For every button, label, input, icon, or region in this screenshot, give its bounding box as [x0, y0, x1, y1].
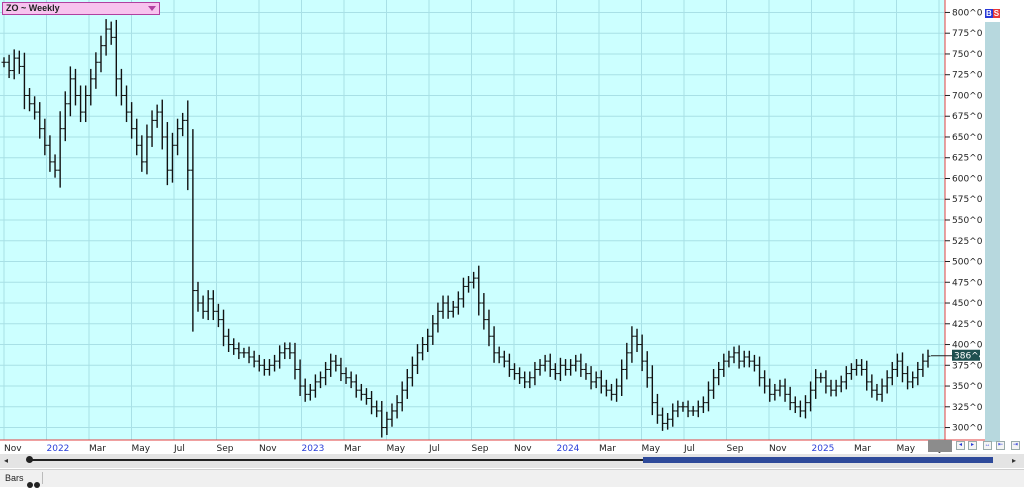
x-tick-label: Mar — [344, 444, 361, 454]
x-tick-label: Mar — [854, 444, 871, 454]
y-tick-label: 525^0 — [952, 237, 983, 247]
y-tick-label: 450^0 — [952, 299, 983, 309]
x-tick-label: Sep — [727, 444, 744, 454]
last-price-label: 386^4 — [954, 352, 985, 362]
scroll-start-handle[interactable] — [26, 456, 33, 463]
y-tick-label: 725^0 — [952, 71, 983, 81]
x-tick-label: Nov — [4, 444, 22, 454]
x-tick-label: Nov — [259, 444, 277, 454]
x-tick-label: Sep — [217, 444, 234, 454]
x-axis: Nov 2022 Mar May Jul Sep Nov 2023 Mar May Jul Sep No… — [4, 444, 950, 454]
bars-toggle-icon[interactable] — [27, 475, 41, 493]
y-tick-label: 550^0 — [952, 216, 983, 226]
left-arrow-icon[interactable]: ◂ — [4, 456, 8, 466]
x-tick-label: May — [897, 444, 916, 454]
y-tick-label: 800^0 — [952, 8, 983, 18]
price-chart[interactable]: 300^0 325^0 350^0 375^0 400^0 425^0 450^0 475^0… — [0, 0, 1024, 455]
x-tick-label: Mar — [599, 444, 616, 454]
y-tick-label: 700^0 — [952, 91, 983, 101]
y-tick-label: 625^0 — [952, 154, 983, 164]
right-arrow-icon[interactable]: ▸ — [1012, 456, 1016, 466]
y-tick-label: 600^0 — [952, 174, 983, 184]
axis-corner-block — [928, 440, 952, 452]
y-tick-label: 575^0 — [952, 195, 983, 205]
fit-button[interactable]: ⇤ — [996, 441, 1005, 450]
y-tick-label: 325^0 — [952, 403, 983, 413]
side-panel — [985, 22, 1000, 442]
y-tick-label: 475^0 — [952, 278, 983, 288]
y-tick-label: 375^0 — [952, 361, 983, 371]
x-tick-label: Nov — [769, 444, 787, 454]
symbol-selector[interactable]: ZO ~ Weekly — [2, 2, 160, 15]
y-tick-label: 775^0 — [952, 29, 983, 39]
zoom-in-button[interactable]: ▸ — [968, 441, 977, 450]
x-tick-label: May — [132, 444, 151, 454]
y-tick-label: 400^0 — [952, 341, 983, 351]
x-tick-label: Sep — [472, 444, 489, 454]
sell-badge[interactable]: S — [992, 9, 1001, 18]
chart-mode-label: Bars — [5, 473, 24, 483]
x-tick-label: 2025 — [812, 444, 835, 454]
y-tick-label: 500^0 — [952, 258, 983, 268]
symbol-label: ZO ~ Weekly — [6, 3, 60, 13]
buy-badge[interactable]: B — [985, 9, 993, 18]
x-tick-label: May — [642, 444, 661, 454]
x-tick-label: 2023 — [302, 444, 325, 454]
x-tick-label: Jul — [683, 444, 695, 454]
chevron-down-icon[interactable] — [148, 6, 156, 11]
x-tick-label: Nov — [514, 444, 532, 454]
y-tick-label: 750^0 — [952, 50, 983, 60]
end-button[interactable]: ⇥ — [1011, 441, 1020, 450]
x-tick-label: Jul — [428, 444, 440, 454]
y-tick-label: 650^0 — [952, 133, 983, 143]
y-tick-label: 350^0 — [952, 382, 983, 392]
zoom-out-button[interactable]: ◂ — [956, 441, 965, 450]
y-tick-label: 675^0 — [952, 112, 983, 122]
x-tick-label: Jul — [173, 444, 185, 454]
scroll-thumb[interactable] — [643, 457, 993, 463]
x-tick-label: 2024 — [557, 444, 580, 454]
x-tick-label: Mar — [89, 444, 106, 454]
compress-button[interactable]: ↔ — [983, 441, 992, 450]
y-tick-label: 300^0 — [952, 424, 983, 434]
buy-sell-badge[interactable]: BS — [985, 9, 1001, 18]
status-divider — [42, 472, 43, 484]
x-tick-label: 2022 — [47, 444, 70, 454]
y-tick-label: 425^0 — [952, 320, 983, 330]
status-bar: Bars — [0, 469, 1024, 488]
x-tick-label: May — [387, 444, 406, 454]
